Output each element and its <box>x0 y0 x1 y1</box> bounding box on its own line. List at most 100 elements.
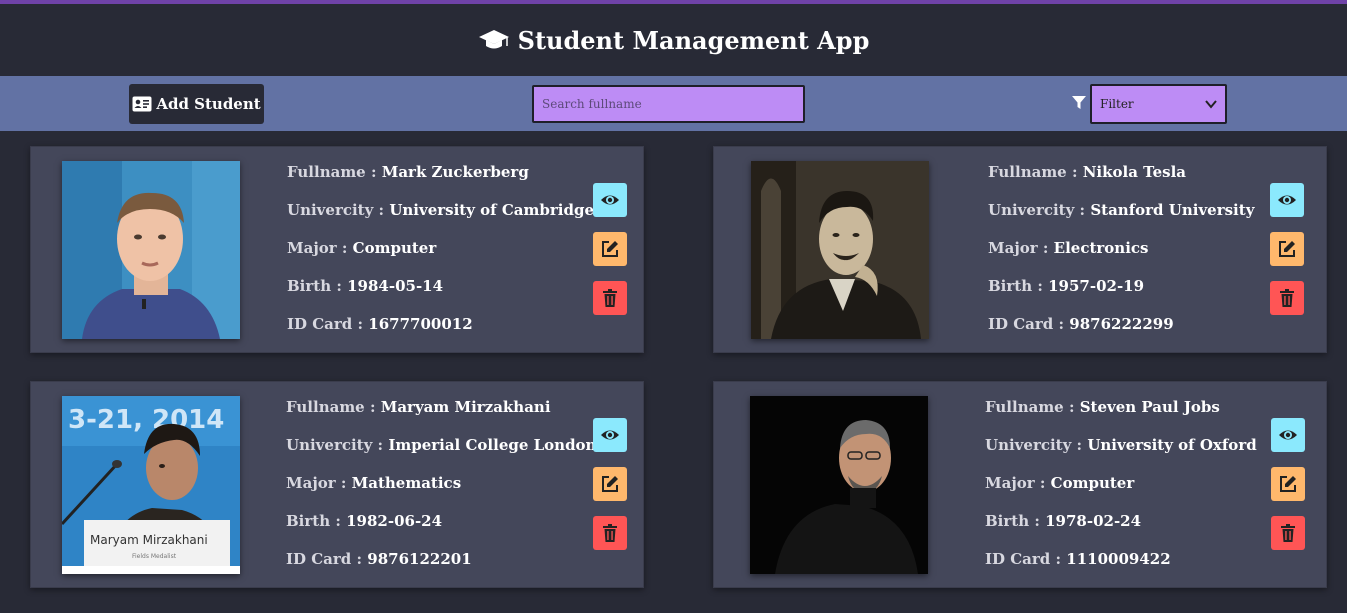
idcard-label: ID Card : <box>988 315 1070 333</box>
edit-button[interactable] <box>1270 232 1304 266</box>
student-info: Fullname : Maryam Mirzakhani Univercity … <box>286 396 596 586</box>
fullname-label: Fullname : <box>988 163 1083 181</box>
fullname-label: Fullname : <box>287 163 382 181</box>
trash-icon <box>603 289 617 307</box>
filter-icon <box>1072 96 1086 109</box>
view-button[interactable] <box>593 183 627 217</box>
major-row: Major : Mathematics <box>286 472 586 510</box>
major-value: Computer <box>352 239 437 257</box>
fullname-value: Steven Paul Jobs <box>1079 398 1220 416</box>
filter-select[interactable]: Filter <box>1090 84 1227 124</box>
add-student-button[interactable]: Add Student <box>129 84 264 124</box>
add-student-label: Add Student <box>156 95 261 113</box>
banner-year-text: 3-21, 2014 <box>68 405 224 435</box>
edit-button[interactable] <box>1271 467 1305 501</box>
edit-icon <box>1280 476 1296 492</box>
edit-icon <box>1279 241 1295 257</box>
university-label: Univercity : <box>988 201 1091 219</box>
university-value: Stanford University <box>1090 201 1255 219</box>
card-actions <box>593 183 627 330</box>
birth-row: Birth : 1978-02-24 <box>985 510 1285 548</box>
fullname-row: Fullname : Steven Paul Jobs <box>985 396 1285 434</box>
student-card: Fullname : Nikola Tesla Univercity : Sta… <box>713 146 1327 353</box>
university-row: Univercity : Imperial College London <box>286 434 596 472</box>
idcard-row: ID Card : 9876222299 <box>988 313 1288 351</box>
fullname-value: Nikola Tesla <box>1082 163 1187 181</box>
fullname-row: Fullname : Maryam Mirzakhani <box>286 396 586 434</box>
idcard-value: 1677700012 <box>368 315 473 333</box>
fullname-label: Fullname : <box>985 398 1080 416</box>
fullname-row: Fullname : Nikola Tesla <box>988 161 1288 199</box>
university-label: Univercity : <box>286 436 389 454</box>
major-label: Major : <box>988 239 1054 257</box>
id-card-icon <box>132 96 152 112</box>
idcard-value: 1110009422 <box>1066 550 1171 568</box>
birth-label: Birth : <box>985 512 1046 530</box>
birth-label: Birth : <box>988 277 1049 295</box>
idcard-label: ID Card : <box>287 315 369 333</box>
graduation-cap-icon <box>478 30 509 49</box>
app-title-text: Student Management App <box>517 25 870 55</box>
major-row: Major : Computer <box>985 472 1285 510</box>
view-button[interactable] <box>593 418 627 452</box>
eye-icon <box>1278 195 1296 205</box>
university-label: Univercity : <box>985 436 1088 454</box>
major-value: Computer <box>1050 474 1135 492</box>
idcard-row: ID Card : 1677700012 <box>287 313 587 351</box>
student-photo <box>750 396 928 574</box>
fullname-value: Maryam Mirzakhani <box>380 398 551 416</box>
birth-value: 1982-06-24 <box>346 512 443 530</box>
idcard-label: ID Card : <box>985 550 1067 568</box>
university-value: Imperial College London <box>388 436 597 454</box>
major-label: Major : <box>287 239 353 257</box>
edit-button[interactable] <box>593 467 627 501</box>
university-row: Univercity : University of Oxford <box>985 434 1285 472</box>
birth-label: Birth : <box>286 512 347 530</box>
fullname-row: Fullname : Mark Zuckerberg <box>287 161 587 199</box>
major-row: Major : Electronics <box>988 237 1288 275</box>
edit-button[interactable] <box>593 232 627 266</box>
idcard-row: ID Card : 1110009422 <box>985 548 1285 586</box>
delete-button[interactable] <box>1270 281 1304 315</box>
search-input[interactable] <box>532 85 805 123</box>
eye-icon <box>601 195 619 205</box>
filter-select-value: Filter <box>1100 97 1134 111</box>
chevron-down-icon <box>1205 100 1217 109</box>
university-value: University of Oxford <box>1087 436 1257 454</box>
student-info: Fullname : Nikola Tesla Univercity : Sta… <box>988 161 1288 351</box>
app-header: Student Management App <box>0 4 1347 76</box>
major-value: Electronics <box>1053 239 1149 257</box>
edit-icon <box>602 241 618 257</box>
eye-icon <box>601 430 619 440</box>
birth-value: 1957-02-19 <box>1048 277 1145 295</box>
trash-icon <box>603 524 617 542</box>
page-title: Student Management App <box>478 25 870 55</box>
student-info: Fullname : Mark Zuckerberg Univercity : … <box>287 161 594 351</box>
university-label: Univercity : <box>287 201 390 219</box>
student-photo <box>62 161 240 339</box>
view-button[interactable] <box>1271 418 1305 452</box>
card-actions <box>1270 183 1304 330</box>
student-info: Fullname : Steven Paul Jobs Univercity :… <box>985 396 1285 586</box>
major-label: Major : <box>985 474 1051 492</box>
nameplate-sub-text: Fields Medalist <box>132 553 177 560</box>
card-actions <box>1271 418 1305 565</box>
view-button[interactable] <box>1270 183 1304 217</box>
major-label: Major : <box>286 474 352 492</box>
university-row: Univercity : Stanford University <box>988 199 1288 237</box>
idcard-value: 9876222299 <box>1069 315 1174 333</box>
idcard-row: ID Card : 9876122201 <box>286 548 586 586</box>
major-row: Major : Computer <box>287 237 587 275</box>
university-value: University of Cambridge <box>389 201 594 219</box>
birth-row: Birth : 1957-02-19 <box>988 275 1288 313</box>
card-actions <box>593 418 627 565</box>
delete-button[interactable] <box>593 281 627 315</box>
student-photo <box>751 161 929 339</box>
birth-label: Birth : <box>287 277 348 295</box>
delete-button[interactable] <box>1271 516 1305 550</box>
trash-icon <box>1281 524 1295 542</box>
student-photo: 3-21, 2014 Maryam Mirzakhani Fields Meda… <box>62 396 240 574</box>
delete-button[interactable] <box>593 516 627 550</box>
trash-icon <box>1280 289 1294 307</box>
fullname-label: Fullname : <box>286 398 381 416</box>
